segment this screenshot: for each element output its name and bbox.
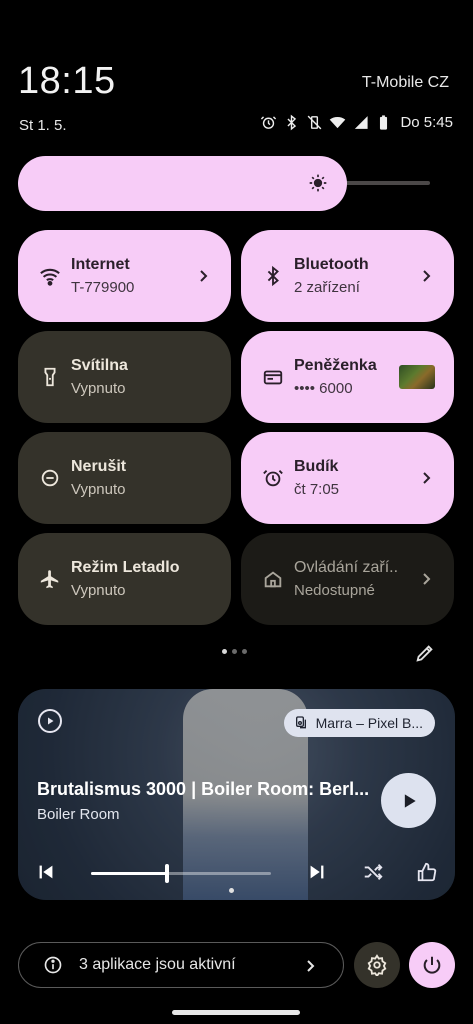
tile-title: Peněženka <box>294 357 377 374</box>
airplane-icon <box>37 566 63 592</box>
power-button[interactable] <box>409 942 455 988</box>
info-icon <box>44 956 62 974</box>
gear-icon <box>367 954 387 976</box>
tile-subtitle: T-779900 <box>71 279 135 296</box>
output-device-chip[interactable]: Marra – Pixel B... <box>283 709 435 737</box>
tile-subtitle: 2 zařízení <box>294 279 360 296</box>
flashlight-icon <box>37 364 63 390</box>
chevron-right-icon <box>307 960 315 972</box>
tile-title: Ovládání zaří.. <box>294 559 399 576</box>
chevron-right-icon[interactable] <box>197 264 211 288</box>
youtube-music-icon <box>38 709 62 733</box>
tile-wallet[interactable]: Peněženka •••• 6000 <box>241 331 454 423</box>
seek-handle[interactable] <box>165 864 169 883</box>
navigation-handle[interactable] <box>172 1010 300 1015</box>
media-player-card[interactable]: Marra – Pixel B... Brutalismus 3000 | Bo… <box>18 689 455 900</box>
tile-do-not-disturb[interactable]: Nerušit Vypnuto <box>18 432 231 524</box>
tile-title: Bluetooth <box>294 256 369 273</box>
brightness-track[interactable] <box>342 181 430 185</box>
alarm-icon <box>260 465 286 491</box>
bluetooth-icon <box>260 263 286 289</box>
speaker-group-icon <box>295 716 306 729</box>
active-apps-label: 3 aplikace jsou aktivní <box>79 956 236 973</box>
media-title: Brutalismus 3000 | Boiler Room: Berl... <box>37 779 370 799</box>
tile-subtitle: Nedostupné <box>294 582 375 599</box>
alarm-icon <box>260 114 277 131</box>
page-dot <box>222 649 227 654</box>
tile-bluetooth[interactable]: Bluetooth 2 zařízení <box>241 230 454 322</box>
chevron-right-icon[interactable] <box>420 264 434 288</box>
status-icons: Do 5:45 <box>260 114 453 131</box>
chevron-right-icon[interactable] <box>420 466 434 490</box>
seek-progress <box>91 872 167 875</box>
tile-title: Internet <box>71 256 130 273</box>
tile-title: Svítilna <box>71 357 128 374</box>
clock[interactable]: 18:15 <box>18 60 116 103</box>
page-dot <box>242 649 247 654</box>
brightness-icon <box>309 174 327 192</box>
tile-title: Nerušit <box>71 458 127 475</box>
wifi-icon <box>37 263 63 289</box>
active-apps-button[interactable]: 3 aplikace jsou aktivní <box>18 942 344 988</box>
play-button[interactable] <box>381 773 436 828</box>
edit-pencil-icon[interactable] <box>414 642 436 664</box>
tile-flashlight[interactable]: Svítilna Vypnuto <box>18 331 231 423</box>
carrier-name: T-Mobile CZ <box>361 74 449 91</box>
media-artist: Boiler Room <box>37 806 120 823</box>
power-icon <box>423 956 441 974</box>
date[interactable]: St 1. 5. <box>19 117 67 134</box>
shuffle-icon[interactable] <box>362 861 384 883</box>
output-device-label: Marra – Pixel B... <box>315 715 423 731</box>
wallet-icon <box>260 364 286 390</box>
tile-title: Režim Letadlo <box>71 559 180 576</box>
tile-subtitle: Vypnuto <box>71 380 126 397</box>
tile-title: Budík <box>294 458 339 475</box>
tile-subtitle: •••• 6000 <box>294 380 353 397</box>
do-not-disturb-icon <box>37 465 63 491</box>
tile-subtitle: čt 7:05 <box>294 481 340 498</box>
tile-subtitle: Vypnuto <box>71 582 126 599</box>
wallet-card-thumbnail <box>399 365 435 389</box>
tile-alarm[interactable]: Budík čt 7:05 <box>241 432 454 524</box>
play-icon <box>404 793 416 808</box>
thumbs-up-icon[interactable] <box>416 861 438 883</box>
page-dot <box>232 649 237 654</box>
media-page-dot <box>229 888 234 893</box>
tile-airplane-mode[interactable]: Režim Letadlo Vypnuto <box>18 533 231 625</box>
next-track-icon[interactable] <box>306 861 328 883</box>
tile-internet[interactable]: Internet T-779900 <box>18 230 231 322</box>
signal-icon <box>352 114 369 131</box>
home-icon <box>260 566 286 592</box>
previous-track-icon[interactable] <box>35 861 57 883</box>
vibrate-off-icon <box>306 114 323 131</box>
settings-button[interactable] <box>354 942 400 988</box>
bluetooth-icon <box>283 114 300 131</box>
brightness-slider[interactable] <box>18 156 347 211</box>
tile-subtitle: Vypnuto <box>71 481 126 498</box>
battery-text: Do 5:45 <box>400 114 453 131</box>
wifi-icon <box>329 114 346 131</box>
page-indicator <box>222 649 247 654</box>
tile-device-controls[interactable]: Ovládání zaří.. Nedostupné <box>241 533 454 625</box>
battery-icon <box>375 114 392 131</box>
chevron-right-icon[interactable] <box>420 567 434 591</box>
